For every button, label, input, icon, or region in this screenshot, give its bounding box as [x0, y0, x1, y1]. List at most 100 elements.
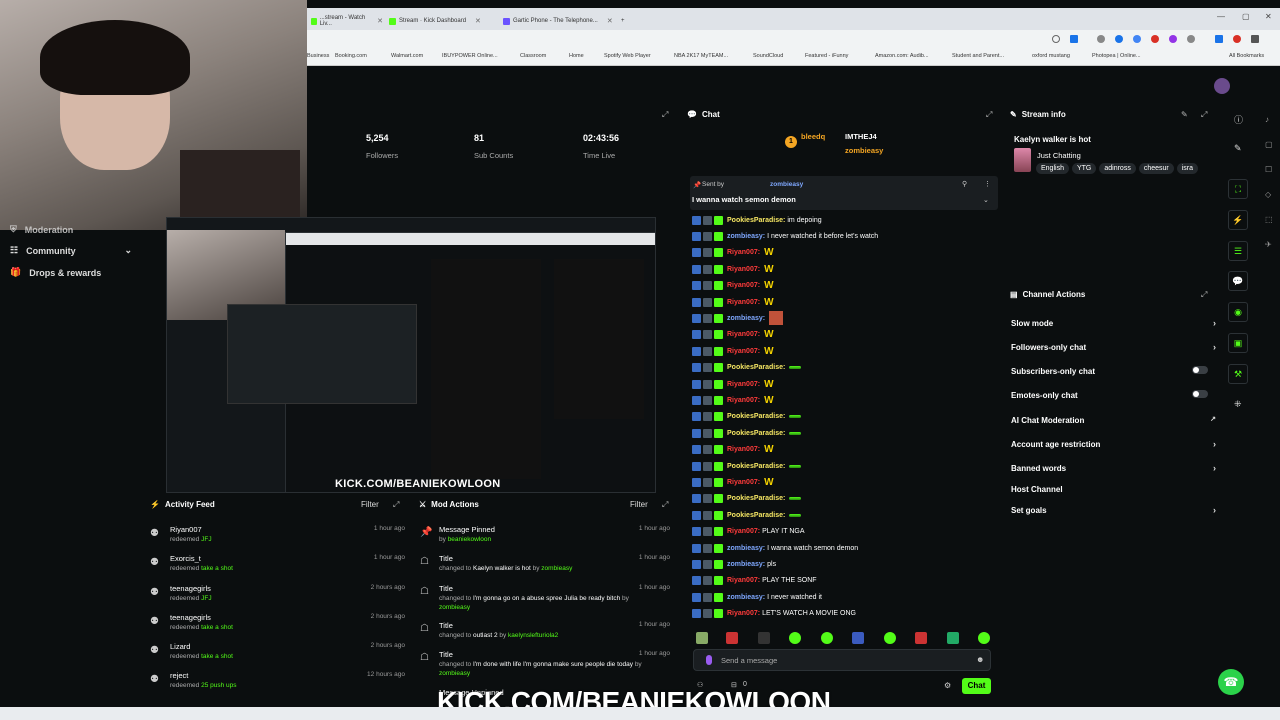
sidepanel-bell-icon[interactable]: ♪: [1265, 115, 1269, 124]
action-set-goals[interactable]: Set goals ›: [1011, 505, 1216, 515]
emote-icon[interactable]: [726, 632, 738, 644]
more-options-icon[interactable]: ⋮: [984, 180, 991, 188]
extension-icon[interactable]: [1133, 35, 1141, 43]
action-followers-only[interactable]: Followers-only chat ›: [1011, 342, 1216, 352]
minimize-icon[interactable]: —: [1217, 12, 1225, 21]
close-window-icon[interactable]: ✕: [1265, 12, 1272, 21]
emotes-only-toggle[interactable]: [1192, 390, 1208, 398]
bookmark-link[interactable]: Featured - iFunny: [805, 53, 848, 59]
new-tab-button[interactable]: +: [617, 12, 629, 30]
rail-bolt-icon[interactable]: ⚡: [1228, 210, 1248, 230]
emote-icon[interactable]: [947, 632, 959, 644]
bookmark-link[interactable]: All Bookmarks: [1229, 53, 1264, 59]
close-tab-icon[interactable]: ✕: [475, 17, 481, 25]
pencil-icon[interactable]: ✎: [1181, 110, 1188, 119]
profile-icon[interactable]: [1233, 35, 1241, 43]
extension-icon[interactable]: [1097, 35, 1105, 43]
pencil-icon[interactable]: ✎: [1234, 143, 1242, 154]
chat-username[interactable]: PookiesParadise:: [727, 364, 785, 371]
expand-icon[interactable]: ⤢: [662, 500, 668, 510]
bookmark-star-icon[interactable]: [1070, 35, 1078, 43]
bookmark-link[interactable]: Business: [307, 53, 329, 59]
chat-username[interactable]: zombieasy:: [727, 233, 765, 240]
chat-username[interactable]: PookiesParadise:: [727, 512, 785, 519]
expand-icon[interactable]: ⤢: [662, 110, 668, 120]
mic-icon[interactable]: [706, 655, 712, 665]
chat-username[interactable]: zombieasy:: [727, 594, 765, 601]
tag[interactable]: isra: [1176, 163, 1199, 174]
chat-username[interactable]: zombieasy:: [727, 545, 765, 552]
sidepanel-icon[interactable]: ✈: [1265, 240, 1272, 249]
nodes-icon[interactable]: ⁜: [1234, 399, 1242, 410]
extension-icon[interactable]: [1187, 35, 1195, 43]
action-account-age[interactable]: Account age restriction ›: [1011, 439, 1216, 449]
chat-username[interactable]: PookiesParadise:: [727, 217, 785, 224]
sidepanel-icon[interactable]: ▢: [1265, 140, 1273, 149]
bookmark-link[interactable]: oxford mustang: [1032, 53, 1070, 59]
emote-icon[interactable]: [789, 632, 801, 644]
chat-username[interactable]: Riyan007:: [727, 381, 760, 388]
bookmark-link[interactable]: Classroom: [520, 53, 546, 59]
emote-icon[interactable]: [915, 632, 927, 644]
zoom-icon[interactable]: [1052, 35, 1060, 43]
maximize-icon[interactable]: ▢: [1242, 12, 1250, 21]
action-banned-words[interactable]: Banned words ›: [1011, 463, 1216, 473]
rail-chat-icon[interactable]: 💬: [1228, 271, 1248, 291]
bookmark-link[interactable]: Walmart.com: [391, 53, 423, 59]
chat-username[interactable]: Riyan007:: [727, 446, 760, 453]
emote-icon[interactable]: [696, 632, 708, 644]
expand-icon[interactable]: ⤢: [1201, 290, 1207, 300]
close-tab-icon[interactable]: ✕: [377, 17, 383, 25]
sidebar-item-community[interactable]: ☷ Community ⌄: [10, 245, 132, 256]
bookmark-link[interactable]: SoundCloud: [753, 53, 783, 59]
chat-username[interactable]: PookiesParadise:: [727, 430, 785, 437]
rail-audio-icon[interactable]: ◉: [1228, 302, 1248, 322]
chevron-down-icon[interactable]: ⌄: [983, 196, 989, 204]
tag[interactable]: YTG: [1071, 163, 1097, 174]
action-slow-mode[interactable]: Slow mode ›: [1011, 318, 1216, 328]
chat-username[interactable]: Riyan007:: [727, 282, 760, 289]
chat-username[interactable]: PookiesParadise:: [727, 495, 785, 502]
subscribers-only-toggle[interactable]: [1192, 366, 1208, 374]
tag[interactable]: English: [1036, 163, 1069, 174]
emoji-icon[interactable]: ☻: [976, 655, 984, 664]
browser-tab[interactable]: ...stream - Watch Liv... ✕: [307, 12, 387, 30]
expand-icon[interactable]: ⤢: [1201, 110, 1207, 120]
chat-username[interactable]: PookiesParadise:: [727, 463, 785, 470]
bookmark-link[interactable]: Home: [569, 53, 584, 59]
info-icon[interactable]: ⓘ: [1234, 113, 1243, 126]
bookmark-link[interactable]: Spotify Web Player: [604, 53, 651, 59]
chat-username[interactable]: Riyan007:: [727, 397, 760, 404]
menu-icon[interactable]: [1251, 35, 1259, 43]
sidepanel-icon[interactable]: [1215, 35, 1223, 43]
rail-clip-icon[interactable]: ⛶: [1228, 179, 1248, 199]
chat-username[interactable]: Riyan007:: [727, 249, 760, 256]
bookmark-link[interactable]: Student and Parent...: [952, 53, 1004, 59]
action-ai-moderation[interactable]: AI Chat Moderation ↗: [1011, 416, 1216, 425]
emote-icon[interactable]: [978, 632, 990, 644]
bookmark-link[interactable]: NBA 2K17 MyTEAM...: [674, 53, 728, 59]
emote-icon[interactable]: [821, 632, 833, 644]
bookmark-link[interactable]: Booking.com: [335, 53, 367, 59]
activity-filter-button[interactable]: Filter: [361, 500, 379, 509]
chat-username[interactable]: Riyan007:: [727, 528, 760, 535]
sidebar-item-drops[interactable]: 🎁 Drops & rewards: [10, 267, 101, 278]
chat-username[interactable]: zombieasy:: [727, 561, 765, 568]
emote-icon[interactable]: [758, 632, 770, 644]
chat-username[interactable]: zombieasy:: [727, 315, 765, 322]
sidebar-item-moderation[interactable]: ⛨ Moderation: [10, 224, 73, 235]
stream-category[interactable]: Just Chatting: [1037, 151, 1081, 160]
sidepanel-icon[interactable]: ⬚: [1265, 215, 1273, 224]
support-chat-icon[interactable]: ☎: [1218, 669, 1244, 695]
close-tab-icon[interactable]: ✕: [607, 17, 613, 25]
send-chat-button[interactable]: Chat: [962, 678, 991, 694]
bookmark-link[interactable]: Photopea | Online...: [1092, 53, 1141, 59]
sidepanel-icon[interactable]: ◇: [1265, 190, 1271, 199]
extension-icon[interactable]: [1115, 35, 1123, 43]
tag[interactable]: adinross: [1099, 163, 1136, 174]
bookmark-link[interactable]: IBUYPOWER Online...: [442, 53, 498, 59]
action-host-channel[interactable]: Host Channel: [1011, 485, 1216, 494]
rail-tools-icon[interactable]: ⚒: [1228, 364, 1248, 384]
settings-icon[interactable]: ⚙: [944, 681, 951, 690]
chat-username[interactable]: Riyan007:: [727, 348, 760, 355]
